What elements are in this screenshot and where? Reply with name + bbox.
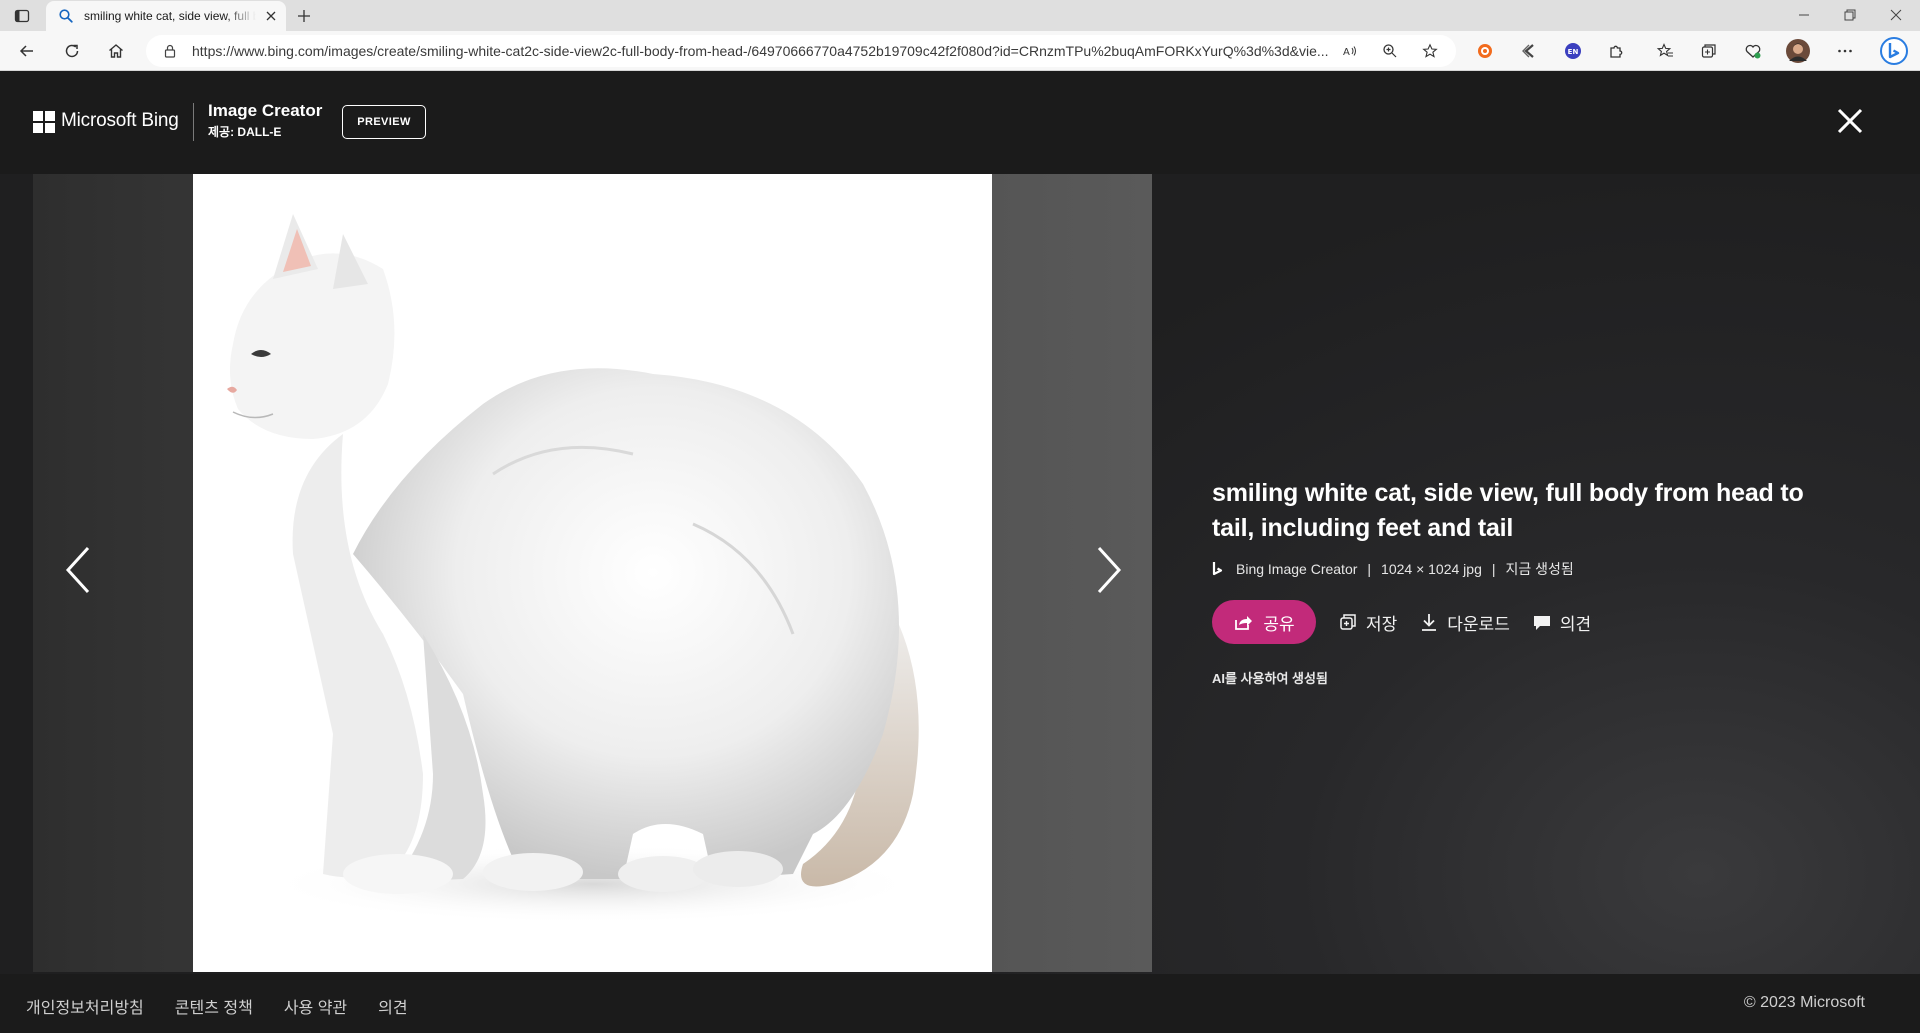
generated-image[interactable]	[193, 174, 992, 972]
save-button[interactable]: 저장	[1338, 610, 1397, 635]
feedback-label: 의견	[1559, 614, 1592, 634]
copyright: © 2023 Microsoft	[1743, 994, 1865, 1011]
svg-text:A: A	[1343, 47, 1350, 58]
image-panel	[33, 174, 1152, 972]
share-label: 공유	[1263, 614, 1295, 634]
meta-source: Bing Image Creator	[1236, 561, 1358, 577]
footer-link-terms[interactable]: 사용 약관	[284, 994, 347, 1018]
favorites-icon[interactable]	[1656, 42, 1674, 60]
meta-dimensions: 1024 × 1024 jpg	[1381, 561, 1482, 577]
favorite-star-icon[interactable]	[1422, 43, 1438, 59]
minimize-icon[interactable]	[1796, 7, 1812, 23]
brand-divider	[193, 103, 194, 141]
next-image-arrow-icon[interactable]	[1091, 542, 1127, 598]
image-viewer: smiling white cat, side view, full body …	[0, 174, 1920, 974]
meta-separator: |	[1491, 561, 1496, 577]
browser-tab-bar: smiling white cat, side view, full body …	[0, 0, 1920, 31]
lock-icon[interactable]	[162, 43, 178, 59]
collections-icon[interactable]	[1700, 42, 1718, 60]
meta-separator: |	[1367, 561, 1372, 577]
feedback-chat-icon	[1533, 616, 1550, 630]
window-close-icon[interactable]	[1888, 7, 1904, 23]
cat-illustration	[227, 214, 923, 924]
new-tab-icon[interactable]	[296, 8, 312, 24]
address-bar[interactable]: https://www.bing.com/images/create/smili…	[146, 35, 1456, 67]
tab-close-icon[interactable]	[264, 9, 278, 23]
more-menu-icon[interactable]	[1836, 42, 1854, 60]
back-arrow-icon[interactable]	[18, 42, 36, 60]
download-button[interactable]: 다운로드	[1419, 610, 1510, 635]
svg-text:EN: EN	[1568, 48, 1579, 56]
download-icon	[1422, 614, 1437, 631]
restore-icon[interactable]	[1842, 7, 1858, 23]
extension-en-icon[interactable]: EN	[1564, 42, 1582, 60]
ai-generated-note: AI를 사용하여 생성됨	[1212, 671, 1328, 686]
footer-link-content-policy[interactable]: 콘텐츠 정책	[175, 994, 253, 1018]
product-title[interactable]: Image Creator	[208, 101, 322, 121]
close-viewer-icon[interactable]	[1836, 107, 1864, 135]
tab-actions-icon[interactable]	[14, 8, 30, 24]
image-actions: 공유 저장 다운로드 의견	[1212, 600, 1591, 644]
footer-links: 개인정보처리방침 콘텐츠 정책 사용 약관 의견	[26, 994, 439, 1018]
page-header: Microsoft Bing Image Creator 제공: DALL-E …	[0, 71, 1920, 174]
image-details: smiling white cat, side view, full body …	[1212, 174, 1852, 974]
share-button[interactable]: 공유	[1212, 600, 1316, 644]
read-aloud-icon[interactable]: A	[1342, 43, 1358, 59]
image-meta: Bing Image Creator | 1024 × 1024 jpg | 지…	[1212, 559, 1574, 579]
footer-link-privacy[interactable]: 개인정보처리방침	[26, 994, 144, 1018]
share-icon	[1235, 616, 1253, 630]
refresh-icon[interactable]	[63, 42, 81, 60]
zoom-icon[interactable]	[1382, 43, 1398, 59]
bing-b-icon	[1212, 562, 1223, 576]
browser-tab-active[interactable]: smiling white cat, side view, full body …	[46, 1, 286, 31]
save-collection-icon	[1340, 614, 1356, 630]
page-footer: 개인정보처리방침 콘텐츠 정책 사용 약관 의견 © 2023 Microsof…	[0, 974, 1920, 1033]
bing-search-icon	[59, 9, 73, 23]
microsoft-logo-icon[interactable]	[33, 111, 55, 133]
home-icon[interactable]	[107, 42, 125, 60]
preview-badge[interactable]: PREVIEW	[342, 105, 426, 139]
image-creator-page: Microsoft Bing Image Creator 제공: DALL-E …	[0, 71, 1920, 1033]
bing-copilot-icon[interactable]	[1880, 37, 1908, 65]
extension-arrow-icon[interactable]	[1520, 42, 1538, 60]
footer-link-feedback[interactable]: 의견	[378, 994, 407, 1018]
image-title: smiling white cat, side view, full body …	[1212, 479, 1804, 542]
profile-avatar[interactable]	[1786, 39, 1810, 63]
browser-essentials-icon[interactable]	[1744, 42, 1762, 60]
browser-toolbar: https://www.bing.com/images/create/smili…	[0, 31, 1920, 71]
extensions-puzzle-icon[interactable]	[1608, 42, 1626, 60]
brand-name[interactable]: Microsoft Bing	[61, 110, 179, 132]
meta-created: 지금 생성됨	[1505, 561, 1574, 577]
download-label: 다운로드	[1447, 614, 1510, 634]
url-text[interactable]: https://www.bing.com/images/create/smili…	[192, 43, 1382, 59]
previous-image-arrow-icon[interactable]	[60, 542, 96, 598]
tab-title: smiling white cat, side view, full body …	[84, 9, 256, 23]
feedback-button[interactable]: 의견	[1532, 610, 1591, 635]
save-label: 저장	[1366, 614, 1398, 634]
extension-orange-icon[interactable]	[1476, 42, 1494, 60]
product-subtitle: 제공: DALL-E	[208, 125, 282, 139]
